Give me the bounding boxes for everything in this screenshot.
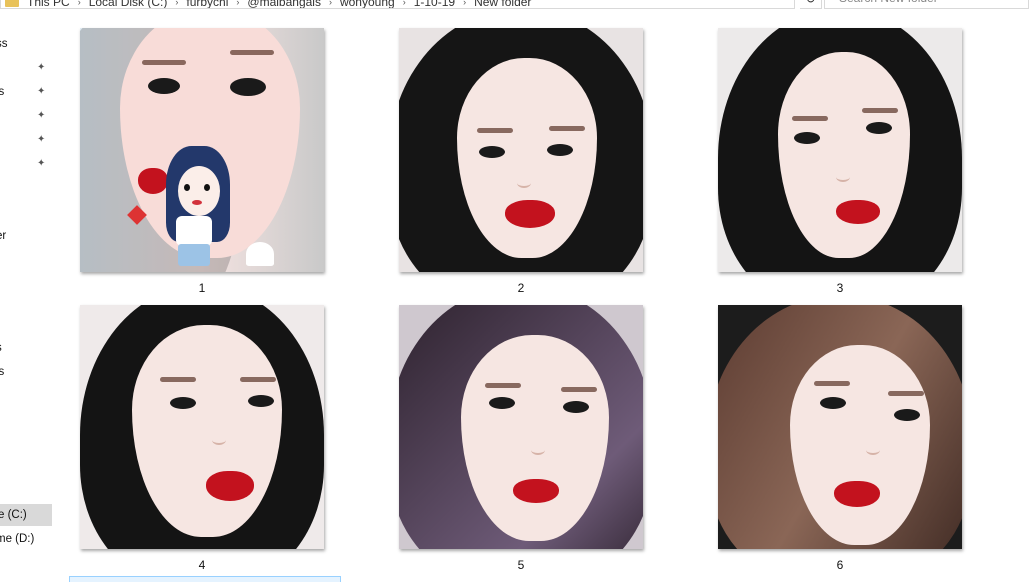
file-tile[interactable]: 1 [80,28,324,295]
refresh-button[interactable]: ↻ [800,0,822,9]
nav-item-label: me (D:) [0,533,35,545]
file-name: 2 [517,281,525,295]
breadcrumb-this-pc[interactable]: This PC [27,0,70,8]
refresh-icon: ↻ [805,0,815,6]
file-name: 6 [836,558,844,572]
nav-item-pinned[interactable]: ✦ [0,154,52,174]
file-name: 5 [517,558,525,572]
nav-item-downloads[interactable]: ls ✦ [0,82,52,102]
file-tile[interactable]: 6 [718,305,962,572]
image-thumbnail [80,305,324,549]
pin-icon[interactable]: ✦ [37,134,45,145]
nav-item-pinned[interactable]: ✦ [0,106,52,126]
chevron-right-icon: › [463,0,467,7]
breadcrumb-furbychi[interactable]: furbychi [186,0,228,8]
file-name: 3 [836,281,844,295]
pin-icon[interactable]: ✦ [37,86,45,97]
nav-item-label: s [0,342,2,354]
breadcrumb-wonyoung[interactable]: wonyoung [340,0,395,8]
pin-icon[interactable]: ✦ [37,158,45,169]
nav-item-label: ls [0,366,5,378]
file-list-view: 1 2 3 4 5 6 [60,10,1035,582]
nav-item-label: er [0,230,7,242]
image-thumbnail [80,28,324,272]
file-name: 4 [198,558,206,572]
image-thumbnail [399,305,643,549]
image-thumbnail [718,28,962,272]
selection-highlight[interactable] [69,576,341,582]
image-thumbnail [399,28,643,272]
search-input[interactable]: Search New folder [824,0,1029,9]
file-tile[interactable]: 3 [718,28,962,295]
pin-icon[interactable]: ✦ [37,110,45,121]
chevron-right-icon: › [402,0,406,7]
nav-item-local-disk-c[interactable]: e (C:) [0,504,52,526]
file-name: 1 [198,281,206,295]
breadcrumb-maibangais[interactable]: @maibangais [247,0,321,8]
nav-item-volume-d[interactable]: me (D:) [0,529,52,549]
nav-item-documents[interactable]: s [0,338,52,358]
nav-item-folder[interactable]: er [0,226,52,246]
chevron-right-icon: › [236,0,240,7]
nav-item-pinned[interactable]: ✦ [0,130,52,150]
file-tile[interactable]: 2 [399,28,643,295]
nav-item-quick-access[interactable]: ss [0,34,52,54]
breadcrumb-local-disk[interactable]: Local Disk (C:) [89,0,168,8]
image-thumbnail [718,305,962,549]
chevron-right-icon: › [77,0,81,7]
nav-item-label: ss [0,38,8,50]
nav-item-label: e (C:) [0,509,27,521]
address-bar[interactable]: This PC › Local Disk (C:) › furbychi › @mai… [0,0,795,9]
navigation-pane: ss ✦ ls ✦ ✦ ✦ ✦ er s ls e (C:) me (D:) [0,10,52,582]
pin-icon[interactable]: ✦ [37,62,45,73]
breadcrumb-date-folder[interactable]: 1-10-19 [414,0,455,8]
folder-icon [5,0,19,7]
chevron-right-icon: › [328,0,332,7]
nav-item-downloads[interactable]: ls [0,362,52,382]
nav-item-label: ls [0,86,5,98]
breadcrumb-new-folder[interactable]: New folder [474,0,531,8]
chevron-right-icon: › [175,0,179,7]
nav-item-pinned[interactable]: ✦ [0,58,52,78]
file-tile[interactable]: 5 [399,305,643,572]
file-explorer-window: This PC › Local Disk (C:) › furbychi › @mai… [0,0,1035,582]
file-tile[interactable]: 4 [80,305,324,572]
